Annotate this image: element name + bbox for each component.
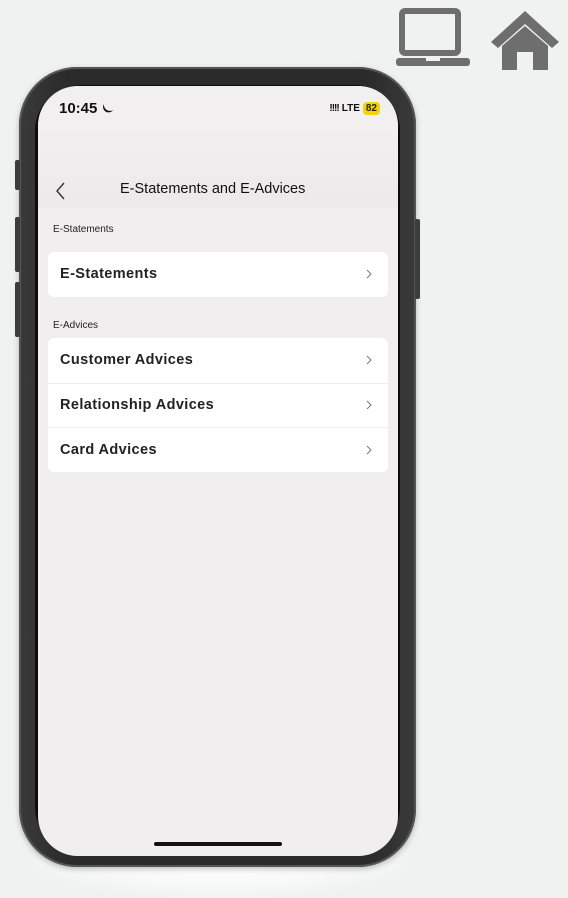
power-button xyxy=(415,219,420,299)
e-statements-card: E-Statements xyxy=(48,252,388,297)
chevron-left-icon[interactable] xyxy=(52,180,72,202)
home-icon[interactable] xyxy=(488,8,562,70)
page-title: E-Statements and E-Advices xyxy=(120,181,306,197)
laptop-icon[interactable] xyxy=(396,8,470,70)
list-item-e-statements[interactable]: E-Statements xyxy=(48,252,388,297)
top-toolbar xyxy=(396,8,562,70)
list-item-customer-advices[interactable]: Customer Advices xyxy=(48,338,388,383)
navigation-header: E-Statements and E-Advices xyxy=(38,128,398,208)
list-item-relationship-advices[interactable]: Relationship Advices xyxy=(48,382,388,428)
battery-badge: 82 xyxy=(362,102,380,115)
signal-icon: !!!! xyxy=(329,103,339,114)
section-label-e-statements: E-Statements xyxy=(53,224,114,235)
section-label-e-advices: E-Advices xyxy=(53,320,99,331)
status-bar: 10:45 !!!! LTE 82 xyxy=(38,86,398,128)
chevron-right-icon xyxy=(366,445,372,455)
volume-up-button xyxy=(15,217,20,272)
chevron-right-icon xyxy=(366,400,372,410)
home-indicator[interactable] xyxy=(154,842,282,846)
status-indicators: !!!! LTE 82 xyxy=(329,102,380,115)
list-item-label: Customer Advices xyxy=(60,352,194,369)
e-advices-card: Customer Advices Relationship Advices Ca… xyxy=(48,338,388,472)
phone-screen: 10:45 !!!! LTE 82 E-Statements and E-Adv… xyxy=(38,86,398,856)
volume-down-button xyxy=(15,282,20,337)
network-label: LTE xyxy=(341,103,360,114)
chevron-right-icon xyxy=(366,269,372,279)
mute-switch xyxy=(15,160,20,190)
list-item-card-advices[interactable]: Card Advices xyxy=(48,427,388,472)
list-item-label: E-Statements xyxy=(60,266,158,283)
list-item-label: Card Advices xyxy=(60,441,157,458)
status-time: 10:45 xyxy=(59,100,98,117)
chevron-right-icon xyxy=(366,355,372,365)
list-item-label: Relationship Advices xyxy=(60,397,215,414)
moon-icon xyxy=(103,104,113,113)
